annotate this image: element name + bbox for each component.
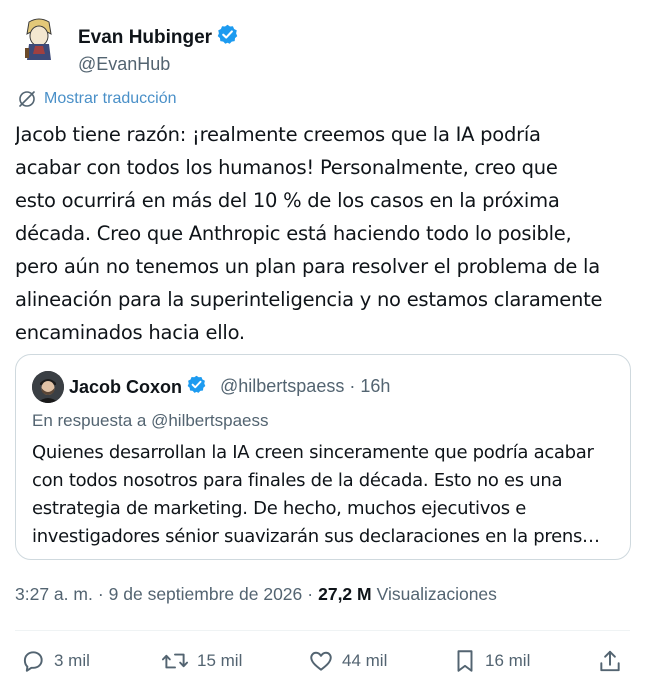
- quoted-reply-context: En respuesta a @hilbertspaess: [32, 411, 269, 430]
- author-handle[interactable]: @EvanHub: [78, 54, 170, 75]
- tweet-text-line: Jacob tiene razón: ¡realmente creemos qu…: [15, 123, 541, 146]
- tweet-text-line: acabar con todos los humanos! Personalme…: [15, 156, 558, 179]
- reply-count: 3 mil: [54, 651, 90, 670]
- views-label: Visualizaciones: [376, 584, 497, 604]
- share-icon: [600, 650, 620, 672]
- quoted-author-handle-time[interactable]: @hilbertspaess · 16h: [220, 376, 390, 397]
- reply-button[interactable]: 3 mil: [20, 648, 90, 674]
- quoted-text-line: investigadores sénior suavizarán sus dec…: [32, 526, 600, 547]
- like-button[interactable]: 44 mil: [308, 648, 387, 674]
- quoted-author-avatar[interactable]: [32, 371, 64, 403]
- show-translation-label: Mostrar traducción: [44, 90, 177, 107]
- like-count: 44 mil: [342, 651, 388, 670]
- author-name[interactable]: Evan Hubinger: [78, 24, 238, 51]
- bookmark-button[interactable]: 16 mil: [453, 648, 530, 674]
- divider: [15, 630, 630, 631]
- repost-icon: [161, 653, 189, 669]
- tweet-actions-bar: 3 mil 15 mil 44 mil 16 mil: [15, 648, 630, 678]
- quoted-author-name-text: Jacob Coxon: [69, 376, 183, 397]
- quoted-tweet-text: Quienes desarrollan la IA creen sinceram…: [32, 439, 616, 551]
- quoted-tweet-card[interactable]: Jacob Coxon @hilbertspaess · 16h En resp…: [15, 354, 631, 560]
- quoted-text-line: Quienes desarrollan la IA creen sinceram…: [32, 442, 594, 463]
- quoted-author-name[interactable]: Jacob Coxon: [69, 375, 206, 399]
- verified-badge-icon: [187, 375, 206, 399]
- share-button[interactable]: [597, 648, 631, 674]
- tweet-text-line: década. Creo que Anthropic está haciendo…: [15, 222, 572, 245]
- tweet-header: Evan Hubinger @EvanHub: [15, 12, 630, 74]
- reply-icon: [23, 651, 43, 672]
- tweet-date[interactable]: 9 de septiembre de 2026: [109, 584, 303, 605]
- quoted-text-line: estrategia de marketing. De hecho, mucho…: [32, 498, 527, 519]
- tweet-text-line: alineación para la superinteligencia y n…: [15, 288, 603, 311]
- tweet-text: Jacob tiene razón: ¡realmente creemos qu…: [15, 118, 630, 349]
- verified-badge-icon: [217, 24, 238, 51]
- like-icon: [310, 651, 332, 671]
- tweet-time[interactable]: 3:27 a. m.: [15, 584, 93, 605]
- quoted-text-line: con todos nosotros para finales de la dé…: [32, 470, 563, 491]
- views-count: 27,2 M: [318, 584, 372, 604]
- author-name-text: Evan Hubinger: [78, 26, 213, 48]
- tweet-metadata: 3:27 a. m. · 9 de septiembre de 2026 · 2…: [15, 584, 497, 605]
- repost-button[interactable]: 15 mil: [161, 648, 242, 674]
- tweet-text-line: esto ocurrirá en más del 10 % de los cas…: [15, 189, 560, 212]
- bookmark-icon: [457, 650, 473, 672]
- repost-count: 15 mil: [197, 651, 243, 670]
- separator-dot: ·: [307, 584, 314, 604]
- bookmark-count: 16 mil: [485, 651, 531, 670]
- show-translation-link[interactable]: Mostrar traducción: [17, 89, 177, 109]
- translate-icon: [19, 91, 35, 107]
- separator-dot: ·: [97, 584, 104, 604]
- tweet-text-line: pero aún no tenemos un plan para resolve…: [15, 255, 600, 278]
- tweet-text-line: encaminados hacia ello.: [15, 321, 245, 344]
- author-avatar[interactable]: [15, 14, 65, 64]
